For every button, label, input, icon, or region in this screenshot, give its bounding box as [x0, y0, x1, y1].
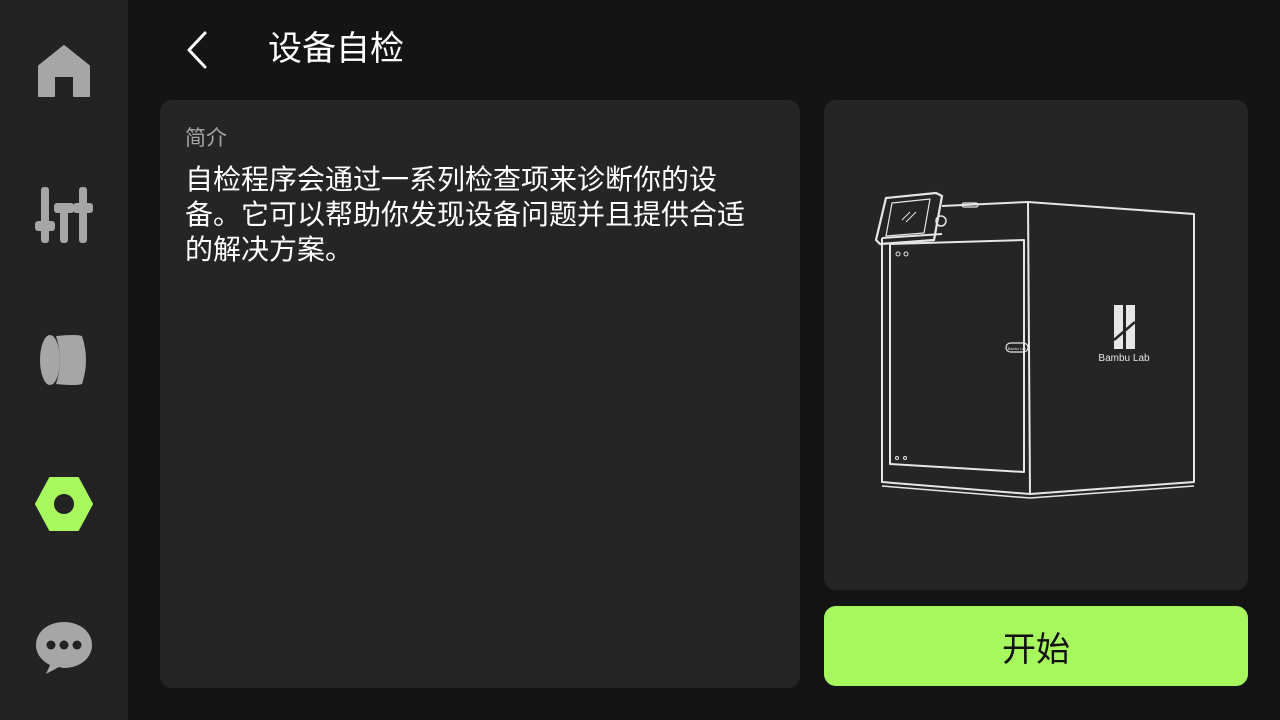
- controls-icon: [35, 187, 93, 243]
- home-icon: [38, 45, 90, 97]
- header: 设备自检: [128, 0, 1280, 100]
- sidebar-item-settings[interactable]: [0, 454, 128, 554]
- intro-description: 自检程序会通过一系列检查项来诊断你的设备。它可以帮助你发现设备问题并且提供合适的…: [185, 163, 746, 266]
- settings-nut-icon: [35, 477, 93, 531]
- filament-icon: [40, 335, 86, 385]
- sidebar-item-filament[interactable]: [0, 310, 128, 410]
- printer-illustration: Bambu Lab Bambu Lab: [874, 191, 1195, 499]
- chevron-left-icon: [187, 31, 207, 69]
- message-icon: [36, 622, 92, 674]
- sidebar: [0, 0, 128, 720]
- brand-label: Bambu Lab: [1098, 353, 1150, 364]
- page-title: 设备自检: [268, 29, 404, 69]
- brand-logo: [1113, 305, 1136, 349]
- sidebar-item-messages[interactable]: [0, 598, 128, 698]
- sidebar-item-home[interactable]: [0, 22, 128, 122]
- sidebar-item-controls[interactable]: [0, 165, 128, 265]
- door-badge-label: Bambu Lab: [1008, 347, 1026, 351]
- back-button[interactable]: [168, 20, 228, 80]
- intro-panel: 简介 自检程序会通过一系列检查项来诊断你的设备。它可以帮助你发现设备问题并且提供…: [160, 100, 800, 688]
- start-button[interactable]: 开始: [824, 606, 1248, 686]
- intro-label: 简介: [185, 126, 227, 150]
- device-image-panel: Bambu Lab Bambu Lab: [824, 100, 1248, 590]
